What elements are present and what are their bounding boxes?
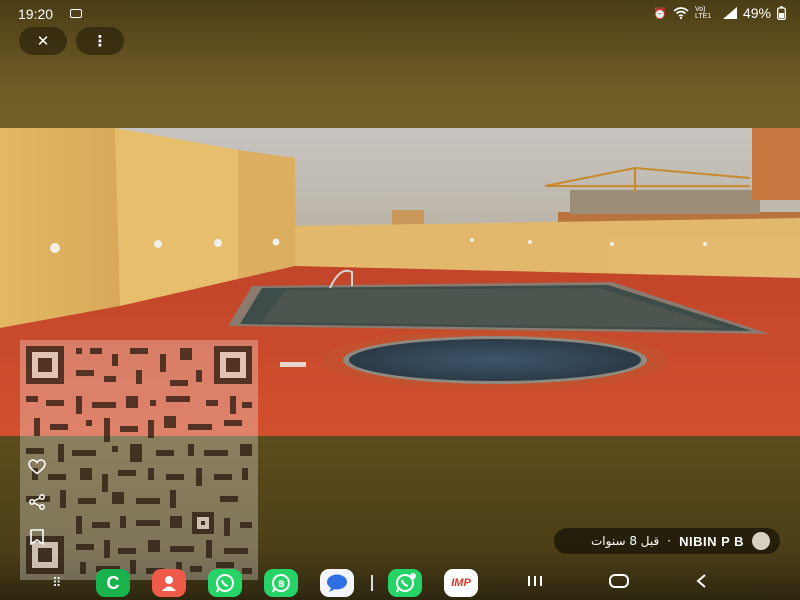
imp-app-icon[interactable]: IMP <box>444 569 478 597</box>
back-icon <box>696 574 706 588</box>
more-vertical-icon: ⋮ <box>92 32 108 50</box>
bookmark-icon <box>30 529 44 546</box>
home-icon <box>609 574 629 588</box>
chat-bubble-icon <box>327 574 347 592</box>
author-info-pill[interactable]: قبل 8 سنوات · NIBIN P B <box>554 528 780 554</box>
battery-icon <box>777 6 786 20</box>
app-dock: ⠿ C B IMP <box>0 566 800 600</box>
author-separator: · <box>667 534 672 548</box>
wifi-icon <box>673 7 689 19</box>
avatar <box>752 532 770 550</box>
more-options-button[interactable]: ⋮ <box>76 27 124 55</box>
whatsapp-icon <box>216 574 234 593</box>
heart-icon <box>28 459 46 475</box>
status-right: ⏰ Vo) LTE1 49% <box>653 5 786 21</box>
share-button[interactable] <box>28 494 46 514</box>
back-button[interactable] <box>694 573 710 593</box>
dock-divider <box>371 575 373 591</box>
battery-level: 49% <box>742 5 771 21</box>
whatsapp-app-icon[interactable] <box>208 569 242 597</box>
whatsapp-business-icon: B <box>272 574 290 593</box>
close-icon: ✕ <box>36 32 50 50</box>
status-time: 19:20 <box>18 6 54 22</box>
whatsapp-business-app-icon[interactable]: B <box>264 569 298 597</box>
recent-apps-icon <box>528 576 542 586</box>
author-name: NIBIN P B <box>679 533 744 549</box>
qr-code-watermark <box>20 340 258 580</box>
share-icon <box>29 494 45 510</box>
like-button[interactable] <box>28 459 46 479</box>
messages-app-icon[interactable] <box>320 569 354 597</box>
author-time-ago: قبل 8 سنوات <box>591 534 660 548</box>
qr-code-image <box>20 340 258 580</box>
gallery-notification-icon <box>70 9 82 18</box>
phone-app-icon[interactable]: C <box>96 569 130 597</box>
save-button[interactable] <box>28 529 46 549</box>
status-bar: 19:20 ⏰ Vo) LTE1 49% <box>0 0 800 28</box>
whatsapp-clone-icon <box>396 573 416 593</box>
svg-text:B: B <box>278 580 285 590</box>
home-button[interactable] <box>608 573 630 593</box>
signal-icon <box>722 7 737 19</box>
whatsapp-clone-app-icon[interactable] <box>388 569 422 597</box>
imp-app-label: IMP <box>451 577 471 589</box>
person-icon <box>162 576 176 591</box>
signal-text: Vo) LTE1 <box>694 6 712 20</box>
close-button[interactable]: ✕ <box>19 27 67 55</box>
recent-apps-button[interactable] <box>526 573 544 593</box>
app-drawer-icon[interactable]: ⠿ <box>52 576 63 591</box>
phone-c-glyph: C <box>106 572 120 593</box>
alarm-icon: ⏰ <box>653 7 667 20</box>
contacts-app-icon[interactable] <box>152 569 186 597</box>
